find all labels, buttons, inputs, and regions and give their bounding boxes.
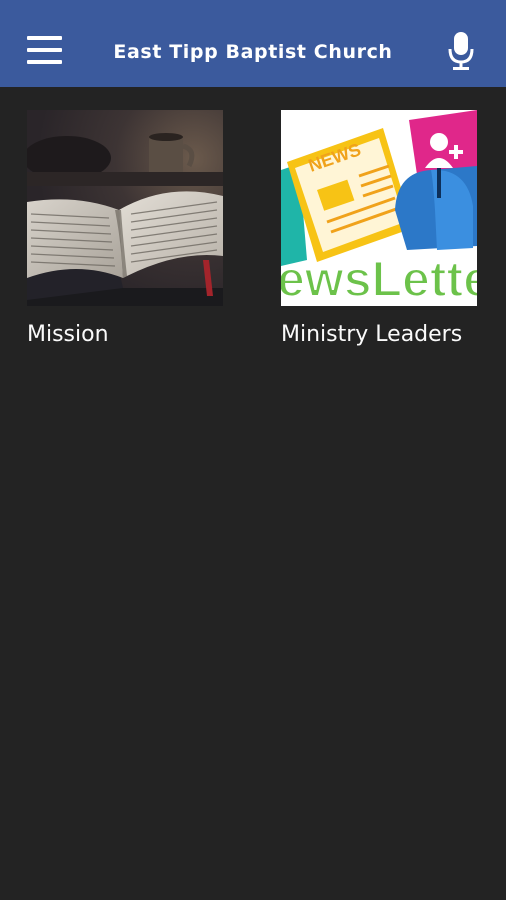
ministry-leaders-thumbnail: NEWS ewsLette [281, 110, 477, 306]
tile-mission[interactable]: Mission [27, 110, 223, 347]
app-title: East Tipp Baptist Church [113, 41, 393, 63]
microphone-button[interactable] [447, 31, 475, 71]
tile-ministry-leaders-label: Ministry Leaders [281, 322, 463, 347]
mission-thumbnail [27, 110, 223, 306]
menu-icon-bar [27, 36, 62, 40]
tile-ministry-leaders[interactable]: NEWS ewsLette Ministry Leaders [281, 110, 477, 347]
newsletter-image: NEWS ewsLette [281, 110, 477, 306]
tile-mission-label: Mission [27, 322, 109, 347]
microphone-icon [448, 32, 474, 70]
open-bible-image [27, 110, 223, 306]
newsletter-wordmark-text: ewsLette [281, 251, 477, 306]
app-bar: East Tipp Baptist Church [0, 0, 506, 87]
